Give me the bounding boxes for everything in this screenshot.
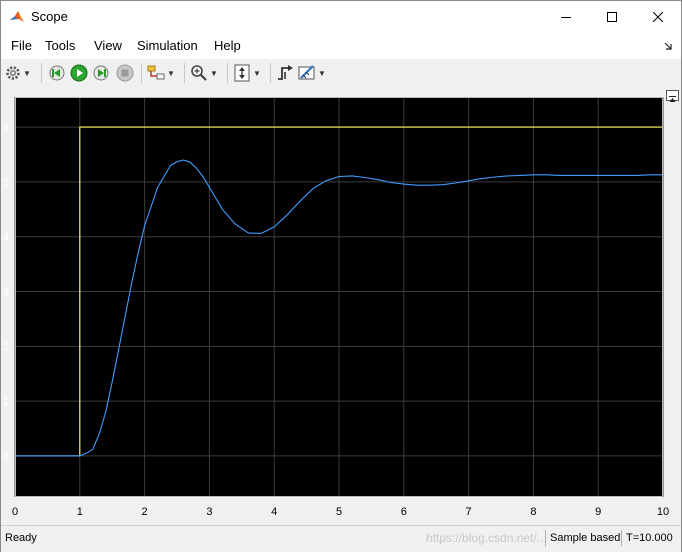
highlight-icon	[147, 65, 165, 80]
autoscale-button[interactable]: ▼	[233, 64, 261, 82]
cursor-measure-icon	[298, 65, 315, 80]
matlab-icon	[10, 11, 24, 22]
chevron-down-icon: ▼	[210, 68, 218, 78]
chevron-down-icon: ▼	[318, 68, 326, 78]
step-back-button[interactable]	[47, 64, 65, 82]
zoom-button[interactable]: ▼	[190, 64, 218, 82]
toolbar: ▼ ▼ ▼ ▼ ▼	[1, 59, 681, 88]
menu-file[interactable]: File	[11, 38, 32, 53]
window-title: Scope	[31, 9, 68, 24]
y-tick-label: 2	[3, 341, 9, 353]
stop-button[interactable]	[116, 64, 134, 82]
minimize-icon	[561, 17, 571, 18]
stop-icon	[116, 64, 134, 82]
x-tick-label: 0	[12, 506, 18, 518]
x-tick-label: 6	[401, 506, 407, 518]
x-tick-label: 10	[657, 506, 669, 518]
x-tick-label: 7	[466, 506, 472, 518]
y-tick-label: 5	[3, 177, 9, 189]
cursor-measurements-button[interactable]: ▼	[298, 64, 326, 82]
menu-help[interactable]: Help	[214, 38, 241, 53]
watermark-text: https://blog.csdn.net/...	[426, 531, 547, 545]
y-tick-label: 4	[3, 232, 9, 244]
trigger-button[interactable]	[276, 64, 294, 82]
x-tick-label: 9	[595, 506, 601, 518]
minimize-button[interactable]	[543, 1, 589, 33]
y-tick-label: 3	[3, 287, 9, 299]
chevron-down-icon: ▼	[253, 68, 261, 78]
scope-plot[interactable]: 0 1 2 3 4 5 6 7 8 9 10 0 1 2 3 4 5 6	[1, 87, 681, 525]
trigger-icon	[278, 65, 293, 80]
maximize-button[interactable]	[589, 1, 635, 33]
autoscale-icon	[234, 64, 250, 82]
chevron-down-icon: ▼	[23, 68, 31, 78]
simulation-time-indicator: T=10.000	[621, 530, 682, 546]
step-forward-icon	[93, 65, 109, 81]
status-text: Ready	[5, 532, 37, 544]
run-button[interactable]	[70, 64, 88, 82]
run-icon	[70, 64, 88, 82]
scope-plot-area: 0 1 2 3 4 5 6 7 8 9 10 0 1 2 3 4 5 6	[1, 87, 681, 525]
configuration-button[interactable]: ▼	[5, 64, 31, 82]
scope-window: Scope File Tools View Simulation Help ▼	[0, 0, 682, 552]
close-button[interactable]	[635, 1, 681, 33]
x-tick-label: 3	[206, 506, 212, 518]
x-tick-label: 1	[77, 506, 83, 518]
chevron-down-icon: ▼	[167, 68, 175, 78]
y-tick-label: 0	[3, 451, 9, 463]
menu-view[interactable]: View	[94, 38, 122, 53]
x-tick-label: 5	[336, 506, 342, 518]
x-tick-label: 2	[142, 506, 148, 518]
x-tick-label: 4	[271, 506, 277, 518]
title-bar[interactable]: Scope	[1, 1, 681, 33]
y-tick-label: 6	[3, 122, 9, 134]
close-icon	[653, 12, 663, 22]
gear-icon	[6, 66, 20, 80]
status-bar: Ready https://blog.csdn.net/... Sample b…	[1, 525, 681, 552]
sample-mode-indicator: Sample based	[545, 530, 625, 546]
highlight-block-button[interactable]: ▼	[147, 64, 175, 82]
step-forward-button[interactable]	[93, 64, 111, 82]
menu-tools[interactable]: Tools	[45, 38, 75, 53]
zoom-icon	[191, 65, 207, 81]
undock-icon[interactable]	[663, 41, 673, 51]
menu-simulation[interactable]: Simulation	[137, 38, 198, 53]
menu-bar: File Tools View Simulation Help	[1, 33, 681, 59]
x-tick-label: 8	[530, 506, 536, 518]
y-tick-label: 1	[3, 396, 9, 408]
maximize-icon	[607, 12, 617, 22]
step-back-icon	[49, 65, 65, 81]
